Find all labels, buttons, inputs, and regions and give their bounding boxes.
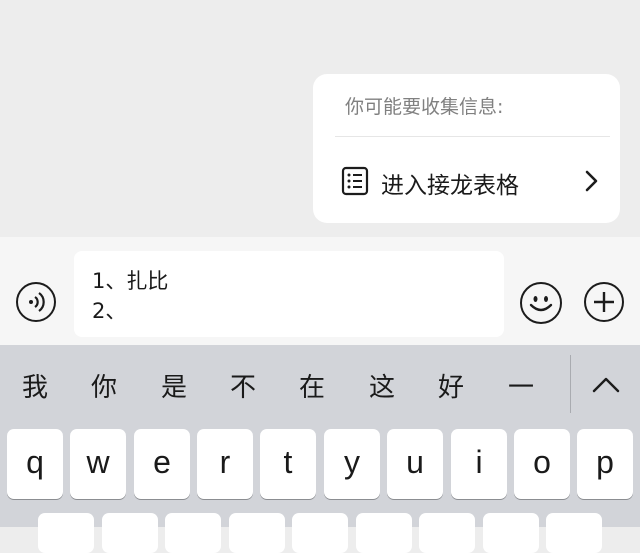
candidate-word[interactable]: 一 bbox=[501, 367, 541, 404]
voice-icon bbox=[29, 292, 45, 312]
input-line-2: 2、 bbox=[92, 299, 127, 323]
key[interactable] bbox=[165, 513, 221, 553]
key[interactable] bbox=[356, 513, 412, 553]
list-icon bbox=[341, 166, 369, 196]
key[interactable]: i bbox=[451, 429, 507, 499]
more-options-button[interactable] bbox=[584, 282, 624, 322]
candidate-bar: 我 你 是 不 在 这 好 一 bbox=[0, 345, 640, 425]
chevron-up-icon[interactable] bbox=[590, 373, 622, 397]
candidate-word[interactable]: 这 bbox=[362, 367, 402, 404]
key[interactable] bbox=[292, 513, 348, 553]
message-text-field[interactable]: 1、扎比 2、 bbox=[74, 251, 504, 337]
key[interactable] bbox=[546, 513, 602, 553]
candidate-word[interactable]: 好 bbox=[431, 367, 471, 404]
candidate-word[interactable]: 在 bbox=[292, 367, 332, 404]
key[interactable] bbox=[483, 513, 539, 553]
voice-input-button[interactable] bbox=[16, 282, 56, 322]
suggestion-card: 你可能要收集信息: 进入接龙表格 bbox=[313, 74, 620, 223]
open-solitaire-table-button[interactable]: 进入接龙表格 bbox=[313, 154, 620, 206]
key[interactable] bbox=[38, 513, 94, 553]
key[interactable]: q bbox=[7, 429, 63, 499]
chevron-right-icon bbox=[585, 170, 598, 192]
candidate-separator bbox=[570, 355, 571, 413]
key[interactable]: u bbox=[387, 429, 443, 499]
key[interactable]: t bbox=[260, 429, 316, 499]
input-line-1: 1、扎比 bbox=[92, 269, 169, 293]
emoji-icon bbox=[529, 296, 553, 312]
key[interactable]: o bbox=[514, 429, 570, 499]
key[interactable] bbox=[229, 513, 285, 553]
suggestion-title: 你可能要收集信息: bbox=[345, 96, 504, 118]
message-input-bar: 1、扎比 2、 bbox=[0, 237, 640, 345]
candidate-word[interactable]: 我 bbox=[15, 367, 55, 404]
key[interactable]: y bbox=[324, 429, 380, 499]
key[interactable]: e bbox=[134, 429, 190, 499]
emoji-button[interactable] bbox=[520, 282, 562, 324]
candidate-word[interactable]: 不 bbox=[223, 367, 263, 404]
key[interactable]: r bbox=[197, 429, 253, 499]
key[interactable] bbox=[102, 513, 158, 553]
key[interactable]: w bbox=[70, 429, 126, 499]
candidate-word[interactable]: 是 bbox=[154, 367, 194, 404]
key[interactable]: p bbox=[577, 429, 633, 499]
candidate-word[interactable]: 你 bbox=[84, 367, 124, 404]
key[interactable] bbox=[419, 513, 475, 553]
plus-icon bbox=[594, 292, 614, 312]
keyboard: 我 你 是 不 在 这 好 一 q w e r t y u i o p bbox=[0, 345, 640, 553]
open-solitaire-table-label: 进入接龙表格 bbox=[381, 173, 519, 199]
card-divider bbox=[335, 136, 610, 137]
